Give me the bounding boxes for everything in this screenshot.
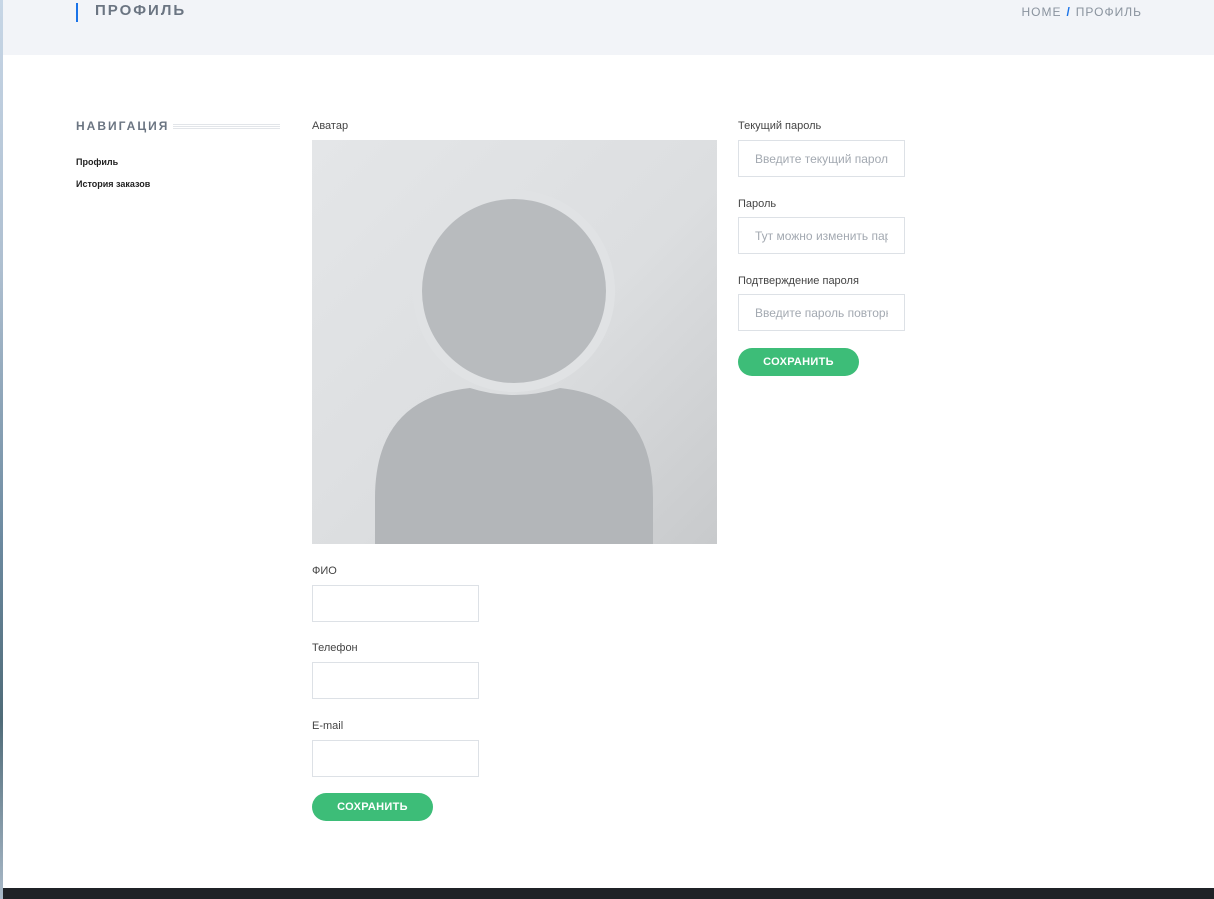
- user-silhouette-icon: [375, 190, 653, 544]
- sidebar-heading-divider: [173, 124, 280, 129]
- new-password-label: Пароль: [738, 198, 777, 210]
- sidebar-item-order-history[interactable]: История заказов: [76, 179, 150, 189]
- phone-label: Телефон: [312, 642, 358, 654]
- breadcrumb-home-link[interactable]: HOME: [1021, 5, 1061, 19]
- page-title: ПРОФИЛЬ: [95, 2, 187, 19]
- breadcrumb-current: ПРОФИЛЬ: [1075, 5, 1142, 19]
- email-label: E-mail: [312, 720, 344, 732]
- sidebar-heading-text: НАВИГАЦИЯ: [76, 119, 170, 133]
- current-password-label: Текущий пароль: [738, 120, 822, 132]
- avatar-label: Аватар: [312, 120, 349, 132]
- sidebar-heading: НАВИГАЦИЯ: [76, 118, 280, 134]
- breadcrumb: HOME / ПРОФИЛЬ: [1021, 5, 1142, 19]
- new-password-field[interactable]: [738, 217, 905, 254]
- avatar-upload[interactable]: [312, 140, 717, 544]
- title-accent-bar: [76, 3, 78, 22]
- phone-field[interactable]: [312, 662, 479, 699]
- footer-bar: [3, 888, 1214, 899]
- fio-field[interactable]: [312, 585, 479, 622]
- sidebar-item-profile[interactable]: Профиль: [76, 157, 118, 167]
- fio-label: ФИО: [312, 565, 337, 577]
- current-password-field[interactable]: [738, 140, 905, 177]
- confirm-password-field[interactable]: [738, 294, 905, 331]
- email-field[interactable]: [312, 740, 479, 777]
- save-profile-button[interactable]: СОХРАНИТЬ: [312, 793, 433, 821]
- breadcrumb-separator: /: [1066, 5, 1071, 19]
- window-edge: [0, 0, 3, 899]
- page-header: ПРОФИЛЬ HOME / ПРОФИЛЬ: [3, 0, 1214, 55]
- confirm-password-label: Подтверждение пароля: [738, 275, 859, 287]
- save-password-button[interactable]: СОХРАНИТЬ: [738, 348, 859, 376]
